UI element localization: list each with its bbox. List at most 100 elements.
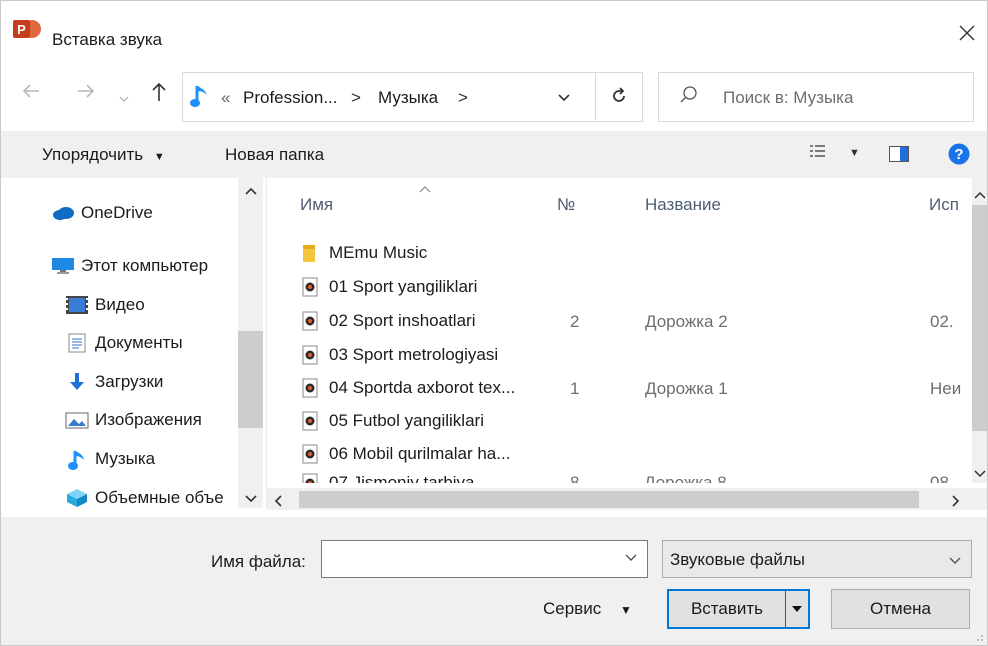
nav-scroll-down-icon[interactable] <box>244 491 258 509</box>
track-extra: 02. <box>930 312 954 331</box>
list-item[interactable]: MEmu Music <box>301 237 427 269</box>
refresh-icon <box>613 87 625 102</box>
insert-button[interactable]: Вставить <box>669 591 785 627</box>
sidebar-item-label: Объемные объе <box>95 488 224 507</box>
recent-locations-button[interactable] <box>118 85 130 111</box>
music-icon <box>65 449 89 470</box>
list-scroll-down-icon[interactable] <box>974 466 986 484</box>
track-number: 1 <box>570 379 580 398</box>
column-header-artist[interactable]: Исп <box>929 195 972 215</box>
partial-row-clip: 07 Jismoniy tarbiya 8 Дорожка 8 08 <box>267 467 972 483</box>
chevron-down-icon <box>119 96 129 103</box>
list-item[interactable]: 05 Futbol yangiliklari <box>301 405 484 437</box>
refresh-button[interactable] <box>595 72 642 120</box>
filetype-select[interactable]: Звуковые файлы <box>662 540 972 578</box>
sidebar-item-music[interactable]: Музыка <box>65 444 155 474</box>
breadcrumb-overflow[interactable]: « <box>221 88 230 108</box>
help-icon: ? <box>948 143 970 165</box>
sidebar-item-onedrive[interactable]: OneDrive <box>51 198 153 228</box>
audio-file-icon <box>301 378 319 398</box>
downloads-icon <box>65 372 89 392</box>
list-item[interactable]: 02 Sport inshoatlari <box>301 305 475 337</box>
close-button[interactable] <box>949 19 985 51</box>
pictures-icon <box>65 410 89 430</box>
list-scroll-up-icon[interactable] <box>974 187 986 205</box>
caret-down-icon <box>792 606 802 612</box>
file-name: 05 Futbol yangiliklari <box>329 411 484 430</box>
tools-button[interactable]: Сервис ▼ <box>543 599 632 619</box>
documents-icon <box>65 333 89 353</box>
insert-split-button[interactable]: Вставить <box>667 589 810 629</box>
list-item[interactable]: 07 Jismoniy tarbiya <box>301 467 475 483</box>
list-item[interactable]: 01 Sport yangiliklari <box>301 271 477 303</box>
address-dropdown-button[interactable] <box>557 91 571 109</box>
audio-file-icon <box>301 277 319 297</box>
breadcrumb-separator[interactable]: > <box>458 88 468 108</box>
file-name: MEmu Music <box>329 243 428 262</box>
new-folder-button[interactable]: Новая папка <box>225 145 324 165</box>
filetype-value: Звуковые файлы <box>670 550 806 569</box>
sidebar-item-label: Музыка <box>95 449 156 468</box>
forward-button[interactable] <box>76 81 96 107</box>
scroll-right-icon[interactable] <box>951 494 961 512</box>
preview-pane-button[interactable] <box>889 146 909 167</box>
svg-text:?: ? <box>954 146 963 163</box>
column-header-name[interactable]: Имя <box>300 195 333 215</box>
back-button[interactable] <box>21 81 41 107</box>
audio-file-icon <box>301 411 319 431</box>
list-horizontal-scrollbar-thumb[interactable] <box>299 491 919 508</box>
folder-icon <box>301 243 319 263</box>
file-name: 03 Sport metrologiyasi <box>329 345 499 364</box>
breadcrumb-separator[interactable]: > <box>351 88 361 108</box>
scroll-left-icon[interactable] <box>273 494 283 512</box>
filename-label: Имя файла: <box>211 552 306 571</box>
sidebar-item-documents[interactable]: Документы <box>65 328 183 358</box>
pane-divider <box>266 178 267 508</box>
search-icon <box>679 85 699 110</box>
view-dropdown-icon[interactable]: ▼ <box>849 147 860 159</box>
sidebar-item-label: Этот компьютер <box>81 256 209 275</box>
file-name: 01 Sport yangiliklari <box>329 277 478 296</box>
chevron-down-icon <box>949 553 961 571</box>
sidebar-item-video[interactable]: Видео <box>65 290 145 320</box>
nav-scrollbar-thumb[interactable] <box>238 331 263 428</box>
up-button[interactable] <box>149 81 169 109</box>
filename-history-button[interactable] <box>625 550 637 566</box>
powerpoint-icon: P <box>12 17 44 41</box>
sidebar-item-label: Видео <box>95 295 145 314</box>
tools-label: Сервис <box>543 599 602 618</box>
cancel-button[interactable]: Отмена <box>831 589 970 629</box>
window-title: Вставка звука <box>52 30 163 49</box>
resize-grip-icon[interactable] <box>971 629 985 643</box>
column-header-number[interactable]: № <box>557 195 575 215</box>
list-item[interactable]: 06 Mobil qurilmalar ha... <box>301 438 510 470</box>
sidebar-item-pictures[interactable]: Изображения <box>65 405 202 435</box>
list-item[interactable]: 04 Sportda axborot tex... <box>301 372 515 404</box>
help-button[interactable]: ? <box>948 143 970 170</box>
audio-file-icon <box>301 444 319 464</box>
file-name: 04 Sportda axborot tex... <box>329 378 516 397</box>
caret-down-icon: ▼ <box>619 603 632 617</box>
breadcrumb-professional[interactable]: Profession... <box>243 88 338 108</box>
track-extra: 08 <box>930 473 949 483</box>
music-folder-icon <box>189 83 211 114</box>
breadcrumb-music[interactable]: Музыка <box>378 88 438 108</box>
filename-input[interactable] <box>321 540 648 578</box>
sidebar-item-this-pc[interactable]: Этот компьютер <box>51 251 208 281</box>
insert-options-button[interactable] <box>786 591 808 627</box>
file-name: 06 Mobil qurilmalar ha... <box>329 444 511 463</box>
close-icon <box>958 21 976 49</box>
column-header-title[interactable]: Название <box>645 195 721 215</box>
chevron-down-icon <box>625 554 637 561</box>
view-options-button[interactable] <box>809 143 827 166</box>
nav-scroll-up-icon[interactable] <box>244 184 258 199</box>
organize-button[interactable]: Упорядочить ▼ <box>42 145 165 165</box>
sidebar-item-downloads[interactable]: Загрузки <box>65 367 163 397</box>
list-item[interactable]: 03 Sport metrologiyasi <box>301 339 498 371</box>
3d-objects-icon <box>65 488 89 508</box>
sidebar-item-label: Загрузки <box>95 372 164 391</box>
arrow-up-icon <box>152 82 166 101</box>
list-vertical-scrollbar-thumb[interactable] <box>972 205 987 431</box>
sidebar-item-3d-objects[interactable]: Объемные объе <box>65 483 235 513</box>
track-extra: Неи <box>930 379 962 398</box>
